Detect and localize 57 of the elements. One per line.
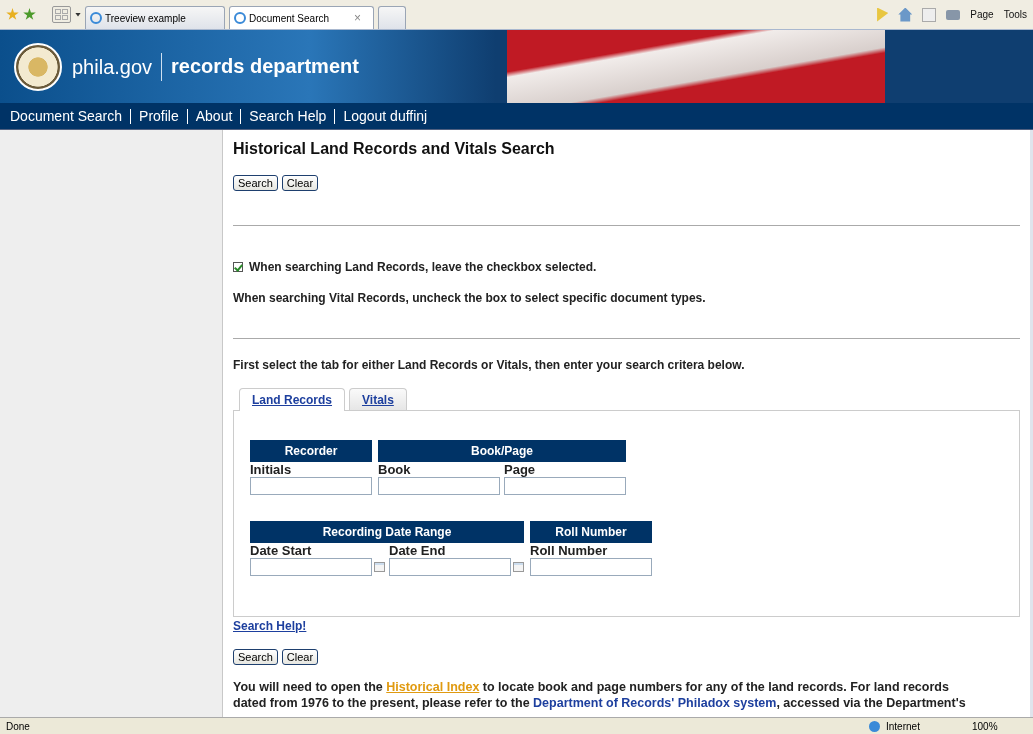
nav-link[interactable]: Search Help (249, 108, 327, 124)
nav-link[interactable]: About (195, 108, 233, 124)
input-field[interactable] (530, 558, 652, 576)
browser-logo-icon (234, 12, 246, 24)
dropdown-icon[interactable] (75, 12, 81, 17)
input-field[interactable] (504, 477, 626, 495)
form-button[interactable]: Clear (281, 175, 319, 191)
group-heading: Roll Number (530, 521, 652, 543)
browser-tab[interactable]: Treeview example (85, 6, 225, 29)
close-tab-button[interactable]: × (354, 11, 361, 25)
toolbar-menu[interactable]: Tools (1003, 9, 1027, 20)
instruction-text: First select the tab for either Land Records or Vitals, then enter your search critera below. (233, 358, 746, 372)
browser-tab[interactable]: Document Search × (229, 6, 374, 29)
field-label: Initials (250, 462, 293, 477)
new-tab-button[interactable] (378, 6, 406, 29)
input-field[interactable] (250, 477, 372, 495)
home-icon[interactable] (898, 7, 913, 22)
tab-title: Treeview example (105, 12, 187, 24)
site-name: phila.gov (72, 52, 163, 81)
field-label: Date Start (250, 543, 313, 558)
nav-link[interactable]: Profile (139, 108, 179, 124)
print-icon[interactable] (946, 9, 961, 20)
add-favorite-icon[interactable] (23, 8, 36, 21)
field-label: Date End (389, 543, 447, 558)
field-label: Book (378, 462, 412, 477)
tab-title: Document Search (249, 12, 331, 24)
group-heading: Book/Page (378, 440, 626, 462)
toolbar-menu[interactable]: Page (970, 9, 994, 20)
security-zone: Internet (886, 720, 921, 732)
group-heading: Recording Date Range (250, 521, 524, 543)
search-help-link[interactable]: Search Help! (233, 619, 307, 633)
form-button[interactable]: Clear (281, 649, 319, 665)
status-text: Done (6, 720, 30, 732)
checkbox-label: When searching Land Records, leave the checkbox selected. (249, 260, 597, 274)
nav-link[interactable]: Document Search (10, 108, 123, 124)
vitals-note: When searching Vital Records, uncheck the box to select specific document types. (233, 291, 707, 305)
zoom-level[interactable]: 100% (972, 720, 1027, 732)
calendar-icon[interactable] (374, 562, 385, 572)
tab[interactable]: Vitals (349, 388, 407, 410)
city-seal-icon (14, 42, 62, 91)
info-paragraph: You will need to open the Historical Index to locate book and page numbers for any of the land records. For land records dated from 1976 to the present, please refer to the Department of Records' Philadox system, accessed via the Department's (233, 679, 967, 711)
form-button[interactable]: Search (233, 649, 278, 665)
checkbox[interactable] (233, 262, 243, 272)
department-name: records department (171, 55, 359, 78)
input-field[interactable] (389, 558, 511, 576)
group-heading: Recorder (250, 440, 372, 462)
browser-logo-icon (90, 12, 102, 24)
field-label: Roll Number (530, 543, 609, 558)
input-field[interactable] (378, 477, 500, 495)
page-title: Historical Land Records and Vitals Search (233, 140, 556, 158)
nav-link[interactable]: Logout duffinj (343, 108, 428, 124)
tab[interactable]: Land Records (239, 388, 345, 411)
calendar-icon[interactable] (513, 562, 524, 572)
input-field[interactable] (250, 558, 372, 576)
globe-icon (869, 720, 880, 732)
field-label: Page (504, 462, 537, 477)
form-button[interactable]: Search (233, 175, 278, 191)
